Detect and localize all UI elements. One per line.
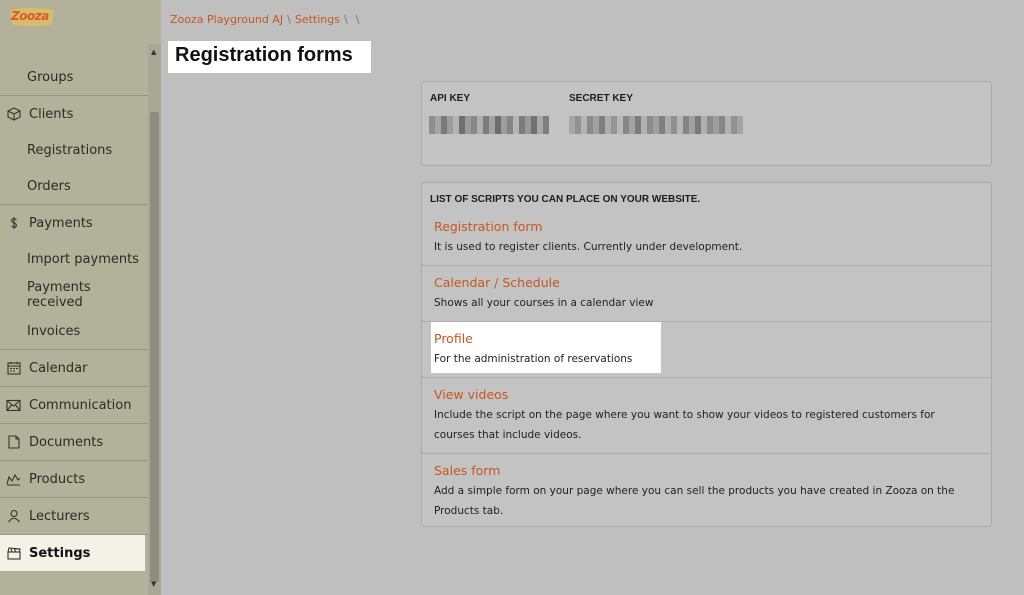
sidebar-item-registrations[interactable]: Registrations (0, 132, 148, 168)
zooza-logo[interactable]: Zooza (8, 7, 56, 27)
page-title: Registration forms (168, 41, 371, 73)
script-description: It is used to register clients. Currentl… (434, 241, 743, 253)
api-key-value-redacted[interactable] (429, 116, 549, 134)
scripts-heading: LIST OF SCRIPTS YOU CAN PLACE ON YOUR WE… (430, 194, 701, 205)
script-item-calendar-schedule: Calendar / Schedule Shows all your cours… (422, 265, 991, 321)
sidebar-item-settings[interactable]: Settings (0, 535, 145, 571)
script-title[interactable]: Calendar / Schedule (434, 275, 560, 290)
api-keys-card: API KEY SECRET KEY (421, 81, 992, 166)
sidebar-item-lecturers[interactable]: Lecturers (0, 498, 148, 534)
breadcrumb-item[interactable]: Zooza Playground AJ (170, 13, 283, 26)
clapperboard-icon (6, 546, 21, 561)
scroll-down-arrow-icon[interactable]: ▼ (151, 580, 156, 588)
sidebar-item-invoices[interactable]: Invoices (0, 313, 148, 349)
sidebar-item-communication[interactable]: Communication (0, 387, 148, 423)
sidebar-item-payments[interactable]: Payments (0, 205, 148, 241)
sidebar-scrollbar-thumb[interactable] (150, 112, 159, 582)
script-item-view-videos: View videos Include the script on the pa… (422, 377, 991, 453)
sidebar: Zooza Groups Clients Registrations Order… (0, 0, 161, 595)
sidebar-nav: Groups Clients Registrations Orders Paym… (0, 59, 148, 571)
dollar-icon (6, 216, 21, 231)
script-title[interactable]: Registration form (434, 219, 543, 234)
sidebar-item-payments-received[interactable]: Payments received (0, 277, 148, 313)
script-item-registration-form: Registration form It is used to register… (422, 217, 991, 265)
script-description: Include the script on the page where you… (434, 409, 935, 441)
sidebar-item-products[interactable]: Products (0, 461, 148, 497)
script-description: Add a simple form on your page where you… (434, 485, 955, 517)
sidebar-item-documents[interactable]: Documents (0, 424, 148, 460)
breadcrumb: Zooza Playground AJ \ Settings \ \ (170, 13, 360, 26)
envelope-icon (6, 398, 21, 413)
calendar-icon (6, 361, 21, 376)
sidebar-item-import-payments[interactable]: Import payments (0, 241, 148, 277)
script-description: Shows all your courses in a calendar vie… (434, 297, 654, 309)
scripts-card: LIST OF SCRIPTS YOU CAN PLACE ON YOUR WE… (421, 182, 992, 527)
person-icon (6, 509, 21, 524)
document-icon (6, 435, 21, 450)
secret-key-label: SECRET KEY (569, 93, 633, 104)
script-item-profile: Profile For the administration of reserv… (422, 321, 991, 377)
script-title[interactable]: Sales form (434, 463, 500, 478)
box-icon (6, 107, 21, 122)
scroll-up-arrow-icon[interactable]: ▲ (151, 48, 156, 56)
script-item-sales-form: Sales form Add a simple form on your pag… (422, 453, 991, 527)
sidebar-item-orders[interactable]: Orders (0, 168, 148, 204)
products-icon (6, 472, 21, 487)
script-title[interactable]: Profile (434, 331, 473, 346)
script-title[interactable]: View videos (434, 387, 508, 402)
sidebar-item-groups[interactable]: Groups (0, 59, 148, 95)
sidebar-item-clients[interactable]: Clients (0, 96, 148, 132)
api-key-label: API KEY (430, 93, 471, 104)
breadcrumb-item[interactable]: Settings (295, 13, 340, 26)
script-description: For the administration of reservations (434, 353, 633, 365)
sidebar-item-calendar[interactable]: Calendar (0, 350, 148, 386)
secret-key-value-redacted[interactable] (569, 116, 743, 134)
